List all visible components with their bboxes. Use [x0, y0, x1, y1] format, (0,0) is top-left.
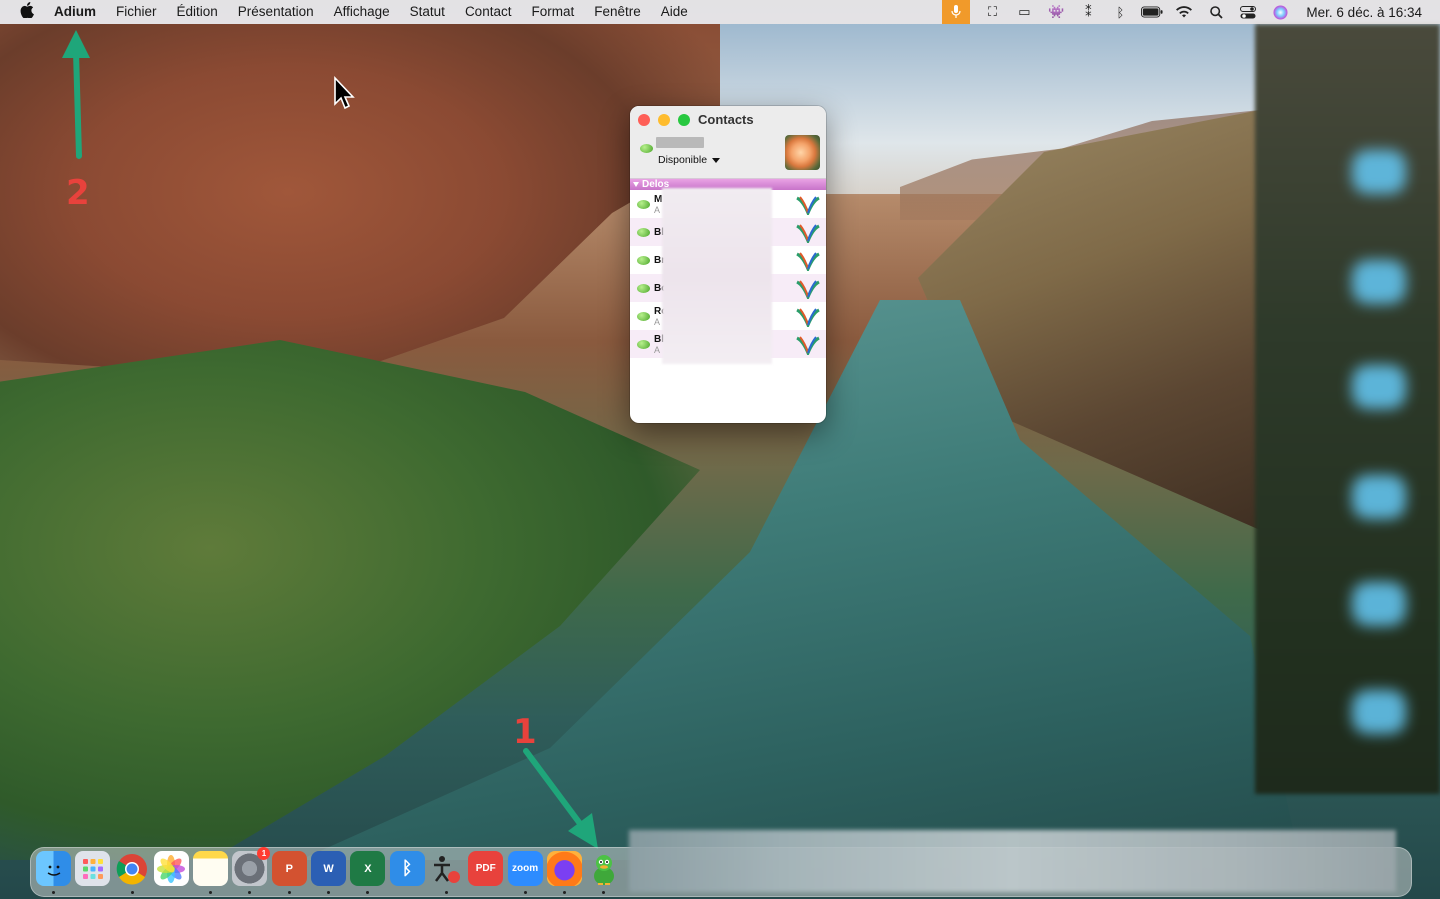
zoom-label: zoom: [512, 863, 539, 874]
service-icon: [796, 308, 820, 327]
annotation-label-2: 2: [66, 173, 90, 213]
running-indicator: [287, 891, 291, 894]
dock-apps: 1 P W X ᛒ PDF zoom: [36, 847, 625, 894]
menu-bar: Adium Fichier Édition Présentation Affic…: [0, 0, 1440, 24]
blurred-window-region: [1255, 24, 1440, 794]
notification-badge: 1: [257, 847, 271, 860]
user-avatar[interactable]: [785, 135, 820, 170]
contact-status-text: A: [654, 317, 661, 327]
close-button[interactable]: [638, 114, 650, 126]
running-indicator: [562, 891, 566, 894]
window-titlebar[interactable]: Contacts: [630, 106, 826, 134]
notes-icon[interactable]: [193, 851, 229, 894]
status-tray: ⛶ ▭ 👾 ⁑ ᛒ Mer. 6 déc. à 16:34: [942, 0, 1440, 24]
blurred-bubble: [1352, 582, 1406, 626]
alien-icon[interactable]: 👾: [1045, 1, 1067, 23]
search-icon[interactable]: [1205, 1, 1227, 23]
photos-icon[interactable]: [153, 851, 189, 886]
menu-statut[interactable]: Statut: [400, 0, 455, 24]
account-name-redacted: [656, 137, 704, 148]
account-status-area: Disponible: [630, 134, 826, 179]
bluetooth-icon[interactable]: ᛒ: [1109, 1, 1131, 23]
menu-app-name[interactable]: Adium: [54, 0, 106, 24]
airpods-icon[interactable]: ⁑: [1077, 1, 1099, 23]
status-label: Disponible: [658, 154, 708, 166]
battery-icon[interactable]: [1141, 1, 1163, 23]
zoom-icon[interactable]: zoom: [507, 851, 543, 894]
status-available-icon: [637, 312, 650, 321]
screen-mirroring-icon[interactable]: ▭: [1013, 1, 1035, 23]
status-available-icon: [637, 256, 650, 265]
contact-status-text: A: [654, 205, 661, 215]
powerpoint-icon[interactable]: P: [271, 851, 307, 894]
pdf-icon[interactable]: PDF: [468, 851, 504, 886]
service-icon: [796, 336, 820, 355]
microphone-icon[interactable]: [942, 0, 971, 24]
accessibility-icon[interactable]: [429, 851, 464, 894]
annotation-arrow-2: [62, 30, 90, 159]
bluetooth-icon[interactable]: ᛒ: [389, 851, 425, 886]
blurred-bubble: [1352, 475, 1406, 519]
window-title: Contacts: [698, 112, 754, 127]
status-available-icon: [637, 200, 650, 209]
finder-icon[interactable]: [36, 851, 71, 894]
wifi-icon[interactable]: [1173, 1, 1195, 23]
service-icon: [796, 196, 820, 215]
menu-fichier[interactable]: Fichier: [106, 0, 167, 24]
screen-capture-icon[interactable]: ⛶: [981, 1, 1003, 23]
chevron-down-icon: [712, 157, 721, 163]
menu-contact[interactable]: Contact: [455, 0, 522, 24]
running-indicator: [130, 891, 134, 894]
service-icon: [796, 280, 820, 299]
mouse-cursor-icon: [334, 76, 355, 110]
running-indicator: [52, 891, 55, 894]
menu-presentation[interactable]: Présentation: [228, 0, 324, 24]
running-indicator: [444, 891, 448, 894]
status-available-icon: [637, 284, 650, 293]
contact-status-text: A: [654, 345, 661, 355]
menu-format[interactable]: Format: [521, 0, 584, 24]
siri-icon[interactable]: [1269, 1, 1291, 23]
zoom-button[interactable]: [678, 114, 690, 126]
status-available-icon: [637, 340, 650, 349]
menu-aide[interactable]: Aide: [651, 0, 698, 24]
blurred-bubble: [1352, 690, 1406, 734]
menu-edition[interactable]: Édition: [167, 0, 228, 24]
disclosure-triangle-icon: [633, 182, 639, 187]
control-center-icon[interactable]: [1237, 1, 1259, 23]
menubar-clock[interactable]: Mer. 6 déc. à 16:34: [1296, 5, 1440, 20]
menu-affichage[interactable]: Affichage: [324, 0, 400, 24]
adium-duck-icon[interactable]: [586, 851, 621, 894]
annotation-arrow-1: [523, 748, 598, 849]
word-icon[interactable]: W: [311, 851, 347, 894]
system-preferences-icon[interactable]: 1: [232, 847, 271, 894]
status-available-icon: [640, 144, 653, 153]
blurred-bubble: [1352, 260, 1406, 304]
status-available-icon: [637, 228, 650, 237]
blurred-bubble: [1352, 150, 1406, 194]
blurred-bubble: [1352, 365, 1406, 409]
status-selector[interactable]: Disponible: [658, 154, 721, 166]
minimize-button[interactable]: [658, 114, 670, 126]
running-indicator: [523, 891, 527, 894]
chrome-icon[interactable]: [115, 851, 150, 894]
service-icon: [796, 224, 820, 243]
launchpad-icon[interactable]: [75, 851, 111, 886]
service-icon: [796, 252, 820, 271]
firefox-icon[interactable]: [546, 851, 582, 894]
excel-icon[interactable]: X: [350, 851, 386, 894]
redacted-contact-names: [662, 188, 772, 364]
menu-fenetre[interactable]: Fenêtre: [584, 0, 651, 24]
dock-redacted-region: [629, 830, 1396, 892]
apple-menu-icon[interactable]: [0, 2, 54, 22]
